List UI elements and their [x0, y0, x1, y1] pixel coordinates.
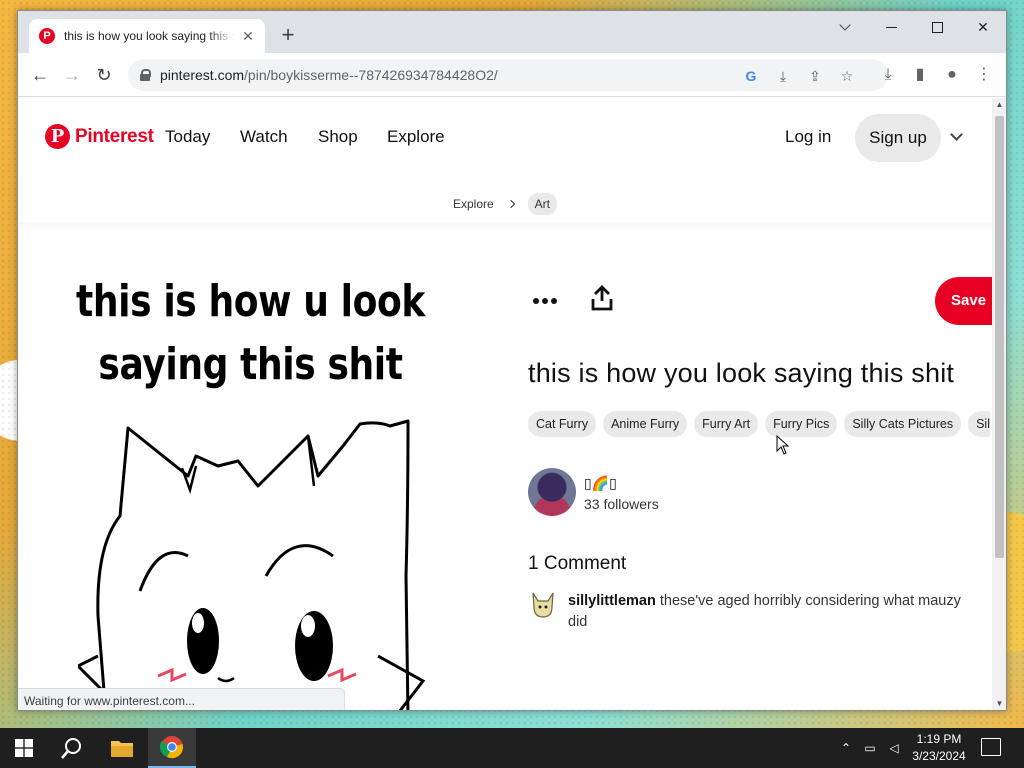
comment-text: sillylittleman these've aged horribly co…: [568, 591, 968, 633]
nav-today[interactable]: Today: [165, 127, 210, 147]
close-window-button[interactable]: ✕: [960, 11, 1006, 43]
chrome-taskbar-button[interactable]: [148, 728, 196, 768]
search-button[interactable]: [48, 728, 96, 768]
chevron-right-icon: [506, 199, 515, 209]
login-button[interactable]: Log in: [785, 127, 831, 147]
tag-cat-furry[interactable]: Cat Furry: [528, 411, 597, 437]
creator-followers: 33 followers: [584, 496, 659, 512]
reload-button[interactable]: ↻: [92, 63, 116, 87]
dot: [551, 298, 557, 304]
taskbar: ⌃ ▭ ◁ 1:19 PM 3/23/2024: [0, 728, 1024, 768]
clock-date: 3/23/2024: [912, 749, 966, 763]
minimize-button[interactable]: [868, 11, 914, 43]
tab-search-icon[interactable]: [822, 11, 868, 43]
tag-anime-furry[interactable]: Anime Furry: [603, 411, 688, 437]
search-icon: [61, 738, 81, 759]
nav-watch[interactable]: Watch: [240, 127, 288, 147]
windows-logo-icon: [15, 739, 33, 757]
tray-chevron-up-icon[interactable]: ⌃: [837, 740, 855, 756]
breadcrumb-art[interactable]: Art: [527, 193, 558, 215]
more-options-button[interactable]: [528, 290, 576, 312]
pinterest-favicon-icon: P: [39, 28, 55, 44]
page-scrollbar[interactable]: ▲ ▼: [992, 98, 1006, 710]
pin-image[interactable]: this is how u look saying this shit: [18, 236, 503, 710]
chrome-icon: [160, 736, 183, 759]
system-clock[interactable]: 1:19 PM 3/23/2024: [900, 731, 978, 765]
header-divider: [18, 222, 992, 232]
status-bubble: Waiting for www.pinterest.com...: [18, 688, 345, 710]
scroll-thumb[interactable]: [995, 116, 1004, 558]
address-bar[interactable]: pinterest.com/pin/boykisserme--787426934…: [128, 59, 888, 91]
browser-window: P this is how you look saying this shit …: [17, 10, 1007, 711]
tab-title: this is how you look saying this shit | …: [64, 29, 234, 43]
back-button[interactable]: ←: [28, 63, 52, 87]
tag-silly-cats-pictures[interactable]: Silly Cats Pictures: [844, 411, 962, 437]
file-explorer-button[interactable]: [98, 728, 146, 768]
chevron-down-icon[interactable]: [950, 126, 972, 146]
dot: [533, 298, 539, 304]
tag-silly-images[interactable]: Silly Images: [968, 411, 990, 437]
share-icon[interactable]: [590, 284, 614, 312]
creator-avatar[interactable]: [528, 468, 576, 516]
install-app-icon[interactable]: ⤓: [774, 67, 792, 85]
lock-icon: [140, 69, 151, 81]
signup-button[interactable]: Sign up: [855, 114, 941, 162]
url-path: /pin/boykisserme--787426934784428O2/: [244, 67, 498, 83]
site-header: P Pinterest Today Watch Shop Explore Log…: [18, 98, 992, 180]
pinterest-logo-icon: P: [45, 124, 70, 149]
pin-title: this is how you look saying this shit: [528, 358, 955, 388]
comment-username[interactable]: sillylittleman: [568, 593, 656, 609]
creator-name[interactable]: ▯🌈▯: [584, 475, 617, 492]
notification-center-icon[interactable]: [981, 738, 1001, 756]
save-button[interactable]: Save: [935, 277, 992, 325]
network-icon[interactable]: ▭: [861, 740, 879, 756]
meme-text-line1: this is how u look: [76, 276, 425, 327]
share-page-icon[interactable]: ⇪: [806, 67, 824, 85]
clock-time: 1:19 PM: [916, 732, 962, 746]
menu-kebab-icon[interactable]: ⋮: [973, 64, 995, 86]
bookmark-star-icon[interactable]: ☆: [838, 67, 856, 85]
tab-close-icon[interactable]: ✕: [239, 28, 257, 45]
maximize-button[interactable]: [914, 11, 960, 43]
comment-avatar[interactable]: [530, 591, 556, 619]
url-host: pinterest.com: [160, 67, 245, 83]
scroll-up-arrow-icon[interactable]: ▲: [992, 98, 1006, 112]
tag-furry-pics[interactable]: Furry Pics: [765, 411, 838, 437]
page-viewport: P Pinterest Today Watch Shop Explore Log…: [18, 98, 992, 710]
scroll-down-arrow-icon[interactable]: ▼: [992, 697, 1006, 710]
side-panel-icon[interactable]: ▮: [909, 64, 931, 86]
breadcrumb: Explore Art: [18, 193, 992, 215]
browser-toolbar: ← → ↻ pinterest.com/pin/boykisserme--787…: [18, 53, 1006, 97]
downloads-icon[interactable]: ⤓: [877, 64, 899, 86]
nav-explore[interactable]: Explore: [387, 127, 445, 147]
logo-text: Pinterest: [75, 125, 154, 147]
mouse-cursor-icon: [776, 435, 790, 455]
tag-furry-art[interactable]: Furry Art: [694, 411, 759, 437]
forward-button[interactable]: →: [60, 63, 84, 87]
meme-text-line2: saying this shit: [98, 339, 403, 390]
comments-title[interactable]: 1 Comment: [528, 553, 626, 575]
tab-pinterest[interactable]: P this is how you look saying this shit …: [29, 19, 265, 53]
breadcrumb-explore[interactable]: Explore: [453, 197, 494, 211]
pinterest-logo[interactable]: P Pinterest: [45, 124, 154, 149]
tag-list: Cat Furry Anime Furry Furry Art Furry Pics S…: [528, 411, 990, 437]
nav-shop[interactable]: Shop: [318, 127, 358, 147]
url-text: pinterest.com/pin/boykisserme--787426934…: [160, 67, 498, 83]
start-button[interactable]: [0, 728, 48, 768]
google-translate-icon[interactable]: G: [742, 67, 760, 85]
cat-drawing: [78, 419, 426, 710]
folder-icon: [111, 741, 133, 757]
tab-strip: P this is how you look saying this shit …: [18, 11, 1006, 53]
dot: [542, 298, 548, 304]
profile-icon[interactable]: ●: [941, 64, 963, 86]
new-tab-button[interactable]: +: [276, 24, 300, 48]
